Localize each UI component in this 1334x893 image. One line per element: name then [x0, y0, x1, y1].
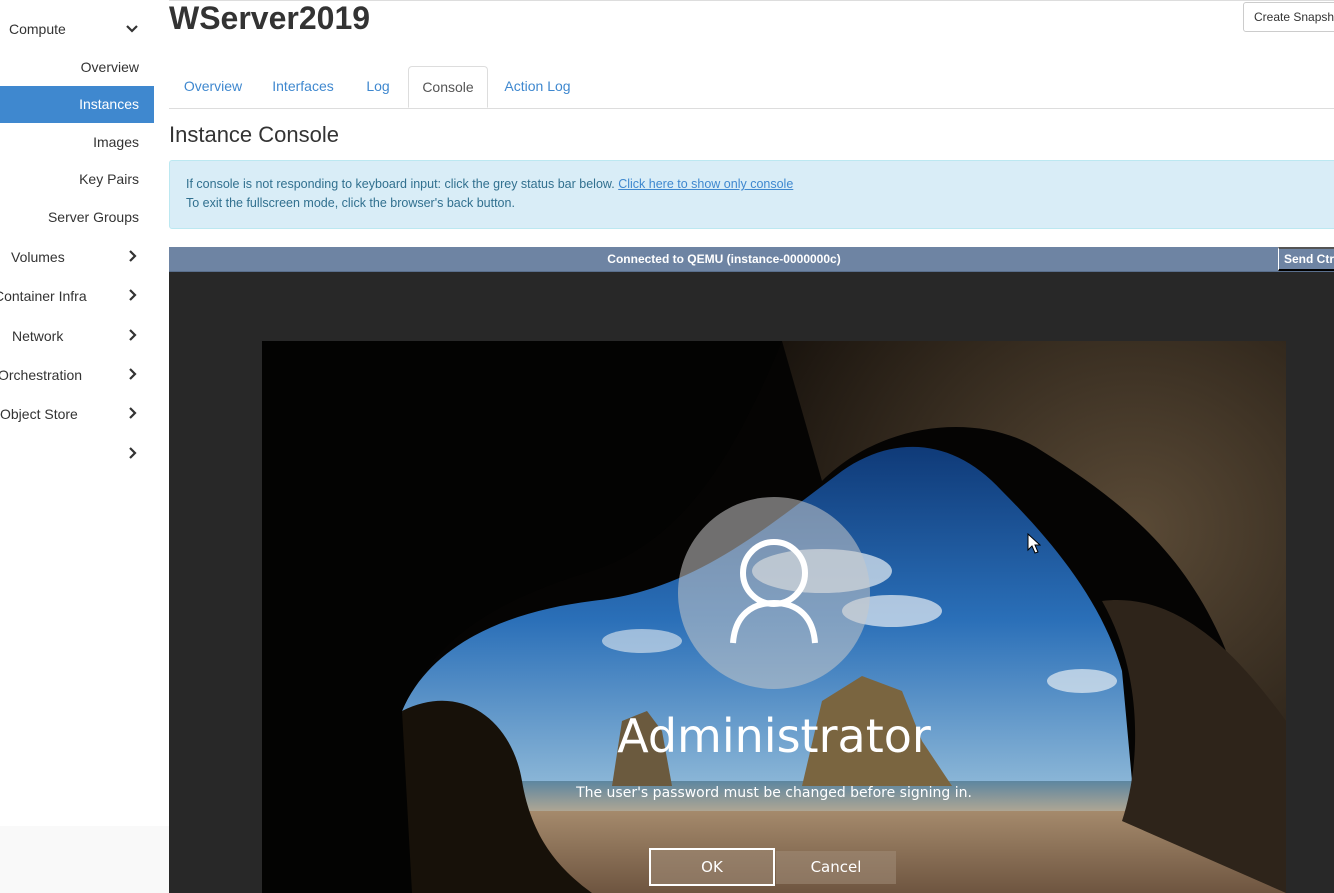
- instance-tabs: Overview Interfaces Log Console Action L…: [169, 66, 1334, 109]
- alert-text: If console is not responding to keyboard…: [186, 177, 615, 191]
- chevron-right-icon: [129, 447, 137, 459]
- password-change-message: The user's password must be changed befo…: [576, 785, 972, 801]
- chevron-right-icon: [129, 329, 137, 341]
- user-icon: [730, 539, 818, 644]
- sidebar-item-key-pairs[interactable]: Key Pairs: [0, 161, 154, 198]
- alert-line-2: To exit the fullscreen mode, click the b…: [186, 196, 515, 210]
- tab-console[interactable]: Console: [408, 66, 488, 108]
- tab-action-log[interactable]: Action Log: [496, 66, 579, 107]
- sidebar-section-label: Orchestration: [0, 367, 83, 383]
- tab-overview[interactable]: Overview: [169, 66, 257, 107]
- user-avatar: [678, 497, 870, 689]
- tab-interfaces[interactable]: Interfaces: [262, 66, 344, 107]
- sidebar: Compute Overview Instances Images Key Pa…: [0, 0, 169, 893]
- console-info-alert: If console is not responding to keyboard…: [169, 160, 1334, 229]
- sidebar-item-overview[interactable]: Overview: [0, 49, 154, 86]
- sidebar-section-label: Volumes: [11, 249, 65, 265]
- show-only-console-link[interactable]: Click here to show only console: [618, 177, 793, 191]
- sidebar-item-server-groups[interactable]: Server Groups: [0, 199, 154, 236]
- chevron-right-icon: [129, 407, 137, 419]
- console-section-title: Instance Console: [169, 122, 339, 147]
- sidebar-section-orchestration[interactable]: Orchestration: [0, 360, 154, 390]
- chevron-right-icon: [129, 250, 137, 262]
- sidebar-section-network[interactable]: Network: [0, 321, 154, 351]
- vnc-status-text: Connected to QEMU (instance-0000000c): [607, 252, 841, 266]
- sidebar-item-instances[interactable]: Instances: [0, 86, 154, 123]
- ok-button[interactable]: OK: [649, 848, 775, 886]
- send-ctrl-alt-del-button[interactable]: Send CtrlAltDel: [1278, 247, 1334, 271]
- tab-log[interactable]: Log: [355, 66, 401, 107]
- chevron-down-icon: [126, 25, 138, 33]
- sidebar-section-label: Object Store: [0, 406, 78, 422]
- cancel-button[interactable]: Cancel: [776, 851, 896, 884]
- sidebar-section-container-infra[interactable]: Container Infra: [0, 281, 154, 311]
- alert-line-1: If console is not responding to keyboard…: [186, 177, 793, 191]
- page-title: WServer2019: [169, 0, 371, 36]
- sidebar-section-label: Network: [12, 328, 64, 344]
- chevron-right-icon: [129, 368, 137, 380]
- vnc-screen[interactable]: Administrator The user's password must b…: [262, 341, 1286, 893]
- sidebar-section-label: Compute: [9, 21, 66, 37]
- sidebar-section-unnamed[interactable]: [0, 439, 154, 469]
- login-username: Administrator: [617, 709, 931, 763]
- chevron-right-icon: [129, 289, 137, 301]
- create-snapshot-button[interactable]: Create Snapshot: [1243, 2, 1334, 32]
- sidebar-section-label: Container Infra: [0, 288, 87, 304]
- sidebar-item-images[interactable]: Images: [0, 124, 154, 161]
- sidebar-section-volumes[interactable]: Volumes: [0, 242, 154, 272]
- sidebar-section-object-store[interactable]: Object Store: [0, 399, 154, 429]
- sidebar-section-compute[interactable]: Compute: [0, 14, 154, 44]
- mouse-cursor-icon: [1027, 533, 1041, 554]
- vnc-status-bar[interactable]: Connected to QEMU (instance-0000000c) Se…: [169, 247, 1334, 272]
